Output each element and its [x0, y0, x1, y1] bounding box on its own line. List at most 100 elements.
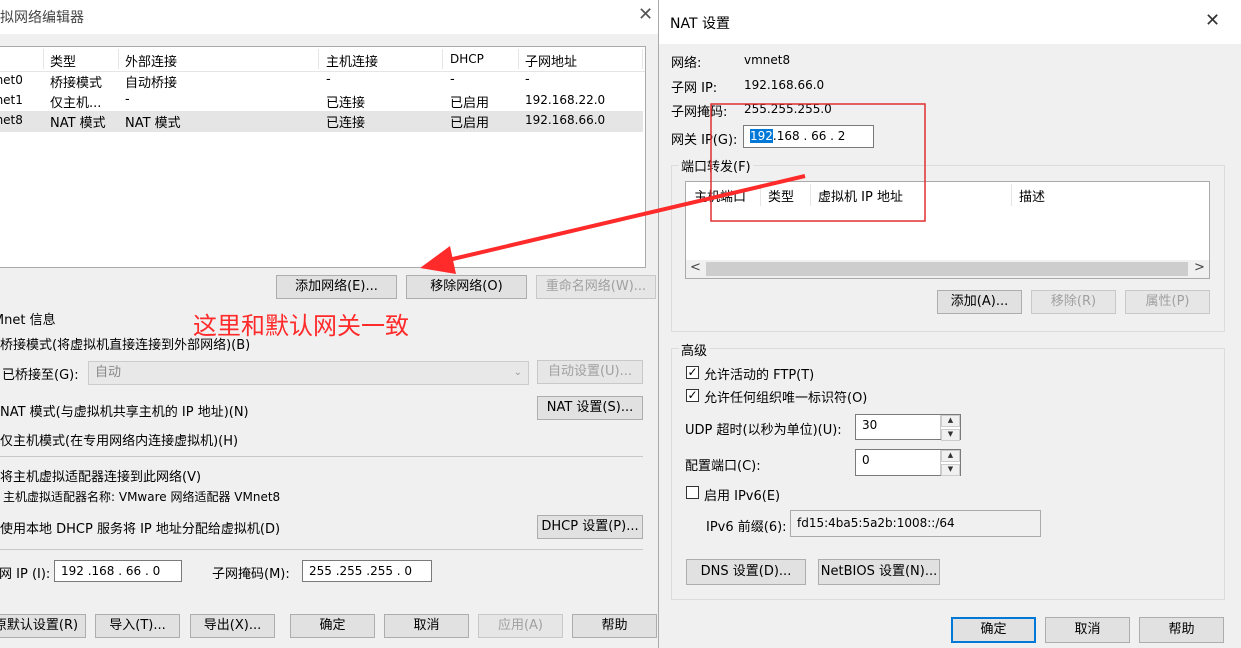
table-cell: 已连接: [326, 96, 366, 111]
table-cell: VMnet8: [0, 113, 23, 127]
nat-radio[interactable]: NAT 模式(与虚拟机共享主机的 IP 地址)(N): [0, 401, 249, 420]
annotation-text: 这里和默认网关一致: [193, 312, 409, 340]
column-header[interactable]: 主机连接: [326, 51, 378, 70]
stepper-down-icon[interactable]: ▼: [941, 429, 960, 441]
subnet-mask-value: 255.255.255.0: [744, 102, 832, 116]
pf-properties-button[interactable]: 属性(P): [1125, 290, 1210, 314]
column-header[interactable]: DHCP: [450, 52, 484, 66]
table-cell: 已启用: [450, 116, 490, 131]
hostonly-radio[interactable]: 仅主机模式(在专用网络内连接虚拟机)(H): [0, 430, 238, 449]
table-cell: NAT 模式: [50, 116, 106, 131]
ok-button[interactable]: 确定: [951, 617, 1036, 643]
close-icon[interactable]: ✕: [638, 4, 653, 25]
dns-settings-button[interactable]: DNS 设置(D)...: [686, 559, 806, 585]
gateway-label: 网关 IP(G):: [671, 133, 738, 148]
config-port-label: 配置端口(C):: [685, 459, 761, 474]
table-header: 名称 类型 外部连接 主机连接 DHCP 子网地址: [0, 47, 645, 72]
bridged-to-value: 自动: [95, 365, 122, 380]
divider: [0, 456, 643, 457]
subnet-mask-label: 子网掩码:: [671, 105, 728, 120]
table-cell: -: [326, 72, 331, 87]
cancel-button[interactable]: 取消: [384, 614, 469, 638]
gateway-ip-field[interactable]: 192.168 . 66 . 2: [743, 125, 874, 148]
allow-uuid-checkbox[interactable]: ✓: [686, 389, 699, 402]
table-cell: VMnet0: [0, 73, 23, 87]
table-cell: -: [525, 72, 530, 87]
ipv6-prefix-field[interactable]: fd15:4ba5:5a2b:1008::/64: [790, 510, 1041, 537]
auto-settings-button[interactable]: 自动设置(U)...: [537, 360, 643, 384]
column-header[interactable]: 描述: [1019, 186, 1045, 205]
column-header[interactable]: 主机端口: [694, 186, 746, 205]
window-titlebar: [0, 0, 658, 34]
add-network-button[interactable]: 添加网络(E)...: [276, 275, 397, 299]
stepper-buttons[interactable]: ▲ ▼: [940, 415, 960, 441]
bridged-to-select[interactable]: 自动 ⌄: [88, 361, 529, 385]
vmnet-info-title: VMnet 信息: [0, 313, 56, 328]
table-row[interactable]: VMnet1 仅主机... - 已连接 已启用 192.168.22.0: [0, 91, 645, 111]
table-cell: 自动桥接: [125, 76, 178, 91]
table-cell: 192.168.22.0: [525, 93, 606, 107]
network-table[interactable]: 名称 类型 外部连接 主机连接 DHCP 子网地址 VMnet0 桥接模式 自动…: [0, 46, 646, 268]
subnet-ip-field[interactable]: 192 .168 . 66 . 0: [54, 560, 182, 582]
import-button[interactable]: 导入(T)...: [95, 614, 180, 638]
nat-settings-button[interactable]: NAT 设置(S)...: [537, 396, 643, 420]
horizontal-scrollbar[interactable]: < >: [686, 260, 1209, 278]
table-row-selected[interactable]: VMnet8 NAT 模式 NAT 模式 已连接 已启用 192.168.66.…: [0, 111, 643, 132]
allow-ftp-label[interactable]: 允许活动的 FTP(T): [704, 364, 814, 383]
subnet-mask-label: 子网掩码(M):: [212, 567, 290, 582]
column-header[interactable]: 虚拟机 IP 地址: [818, 186, 903, 205]
pf-add-button[interactable]: 添加(A)...: [937, 290, 1022, 314]
pf-remove-button[interactable]: 移除(R): [1031, 290, 1116, 314]
dialog-titlebar: [659, 0, 1241, 44]
table-cell: -: [125, 92, 130, 107]
table-cell: NAT 模式: [125, 116, 181, 131]
advanced-title: 高级: [679, 340, 710, 359]
stepper-down-icon[interactable]: ▼: [941, 464, 960, 476]
chevron-left-icon[interactable]: <: [690, 260, 701, 275]
gateway-selected-octet: 192: [750, 129, 773, 143]
stepper-buttons[interactable]: ▲ ▼: [940, 450, 960, 476]
table-cell: 仅主机...: [50, 96, 102, 111]
help-button[interactable]: 帮助: [572, 614, 657, 638]
stepper-up-icon[interactable]: ▲: [941, 415, 960, 427]
table-cell: 桥接模式: [50, 76, 103, 91]
subnet-mask-field[interactable]: 255 .255 .255 . 0: [302, 560, 432, 582]
dialog-title: NAT 设置: [670, 16, 730, 32]
export-button[interactable]: 导出(X)...: [190, 614, 275, 638]
restore-defaults-button[interactable]: 还原默认设置(R): [0, 614, 86, 638]
enable-ipv6-label[interactable]: 启用 IPv6(E): [704, 485, 780, 504]
help-button[interactable]: 帮助: [1139, 617, 1224, 643]
column-header[interactable]: 类型: [50, 51, 76, 70]
column-header[interactable]: 子网地址: [525, 51, 577, 70]
enable-ipv6-checkbox[interactable]: [686, 486, 699, 499]
use-dhcp-checkbox-label[interactable]: 使用本地 DHCP 服务将 IP 地址分配给虚拟机(D): [0, 518, 280, 537]
apply-button[interactable]: 应用(A): [478, 614, 563, 638]
column-header[interactable]: 类型: [768, 186, 794, 205]
close-icon[interactable]: ✕: [1205, 10, 1220, 31]
remove-network-button[interactable]: 移除网络(O): [406, 275, 527, 299]
udp-timeout-label: UDP 超时(以秒为单位)(U):: [685, 423, 842, 438]
column-header[interactable]: 外部连接: [125, 51, 177, 70]
scrollbar-thumb[interactable]: [706, 262, 1188, 276]
chevron-right-icon[interactable]: >: [1194, 260, 1205, 275]
dhcp-settings-button[interactable]: DHCP 设置(P)...: [537, 515, 643, 539]
subnet-ip-label: 子网 IP (I):: [0, 567, 51, 582]
stepper-up-icon[interactable]: ▲: [941, 450, 960, 462]
subnet-ip-value: 192.168.66.0: [744, 78, 825, 92]
table-cell: VMnet1: [0, 93, 23, 107]
allow-uuid-label[interactable]: 允许任何组织唯一标识符(O): [704, 387, 867, 406]
ok-button[interactable]: 确定: [290, 614, 375, 638]
table-row[interactable]: VMnet0 桥接模式 自动桥接 - - -: [0, 71, 645, 91]
connect-adapter-checkbox-label[interactable]: 将主机虚拟适配器连接到此网络(V): [0, 466, 201, 485]
config-port-value: 0: [862, 453, 870, 467]
port-forward-table[interactable]: 主机端口 类型 虚拟机 IP 地址 描述 < >: [685, 181, 1210, 279]
udp-timeout-stepper[interactable]: 30 ▲ ▼: [855, 414, 961, 441]
rename-network-button[interactable]: 重命名网络(W)...: [536, 275, 656, 299]
allow-ftp-checkbox[interactable]: ✓: [686, 366, 699, 379]
table-cell: -: [450, 72, 455, 87]
config-port-stepper[interactable]: 0 ▲ ▼: [855, 449, 961, 476]
cancel-button[interactable]: 取消: [1045, 617, 1130, 643]
network-value: vmnet8: [744, 53, 791, 67]
chevron-down-icon: ⌄: [513, 367, 522, 378]
netbios-settings-button[interactable]: NetBIOS 设置(N)...: [818, 559, 940, 585]
